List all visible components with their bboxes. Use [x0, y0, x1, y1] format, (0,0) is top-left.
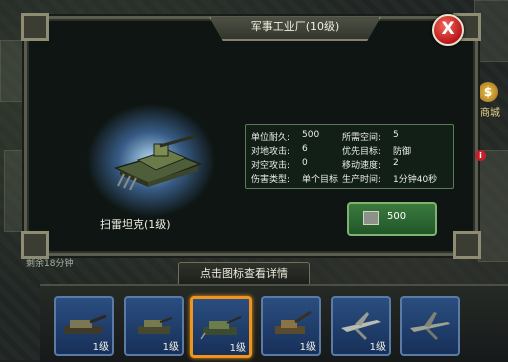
space-value: 5 [393, 130, 399, 140]
speed-value: 2 [393, 158, 399, 168]
priority-label: 优先目标: [342, 147, 382, 157]
bomber-plane-icon [410, 312, 450, 340]
unit-slot-bomber-plane[interactable] [400, 296, 460, 356]
space-label: 所需空间: [342, 133, 382, 143]
stats-box: 单位耐久: 500 所需空间: 5 对地攻击: 6 优先目标: 防御 对空攻击:… [245, 124, 454, 189]
damage-value: 单个目标 [302, 175, 339, 185]
unit-slot-mine-sweeper-tank[interactable]: 1级 [190, 296, 252, 358]
damage-label: 伤害类型: [251, 175, 291, 185]
shop-label[interactable]: 商城 [480, 104, 500, 119]
durability-label: 单位耐久: [251, 133, 291, 143]
slot-level: 1级 [299, 342, 316, 353]
ground-attack-value: 6 [302, 144, 308, 154]
durability-value: 500 [302, 130, 320, 140]
mine-sweeper-tank-icon[interactable] [110, 130, 206, 190]
close-button[interactable]: X [432, 14, 464, 46]
light-tank-icon [138, 317, 173, 334]
artillery-icon [275, 310, 312, 334]
unit-slot-fighter-plane[interactable]: 1级 [331, 296, 391, 356]
unit-slot-artillery[interactable]: 1级 [261, 296, 321, 356]
priority-value: 防御 [393, 147, 412, 157]
slot-level: 1级 [369, 342, 386, 353]
steel-resource-icon [363, 211, 379, 225]
time-label: 生产时间: [342, 175, 382, 185]
speed-label: 移动速度: [342, 161, 382, 171]
hint-bar: 点击图标查看详情 [178, 262, 310, 286]
ground-attack-label: 对地攻击: [251, 147, 291, 157]
panel-corner [21, 13, 49, 41]
mine-sweeper-tank-icon [200, 316, 242, 340]
slot-level: 1级 [162, 342, 179, 353]
gold-coin-icon[interactable]: $ [478, 82, 498, 102]
heavy-tank-icon [64, 314, 107, 334]
slot-level: 1级 [229, 343, 246, 354]
air-attack-value: 0 [302, 158, 308, 168]
produce-button[interactable]: 500 [347, 202, 437, 236]
info-icon[interactable]: i [475, 150, 486, 161]
time-value: 1分钟40秒 [393, 175, 438, 185]
panel-title: 军事工业厂(10级) [209, 17, 381, 41]
panel-corner [453, 231, 481, 259]
unit-slot-heavy-tank[interactable]: 1级 [54, 296, 114, 356]
background-building [478, 150, 508, 262]
unit-name: 扫雷坦克(1级) [100, 218, 171, 231]
panel-corner [21, 231, 49, 259]
fighter-plane-icon [341, 312, 381, 340]
air-attack-label: 对空攻击: [251, 161, 291, 171]
unit-slot-light-tank[interactable]: 1级 [124, 296, 184, 356]
slot-level: 1级 [92, 342, 109, 353]
cost-amount: 500 [387, 211, 407, 222]
